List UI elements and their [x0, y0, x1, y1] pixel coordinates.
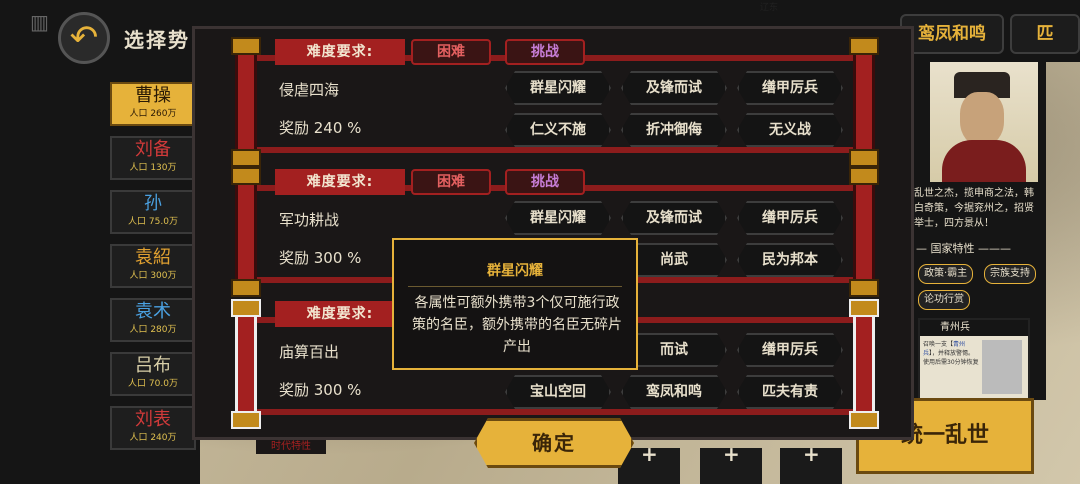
- faction-card[interactable]: 袁紹人口 300万: [110, 244, 196, 288]
- row-post-left: [235, 303, 257, 425]
- difficulty-reward: 奖励 300 %: [279, 381, 362, 399]
- row-post-right: [853, 303, 875, 425]
- row-rope-bottom: [239, 409, 871, 415]
- row-cap: [849, 299, 879, 317]
- faction-card[interactable]: 刘备人口 130万: [110, 136, 196, 180]
- policy-tag[interactable]: 鸾凤和鸣: [621, 375, 727, 409]
- difficulty-requirement-label: 难度要求:: [275, 169, 405, 195]
- faction-card[interactable]: 刘表人口 240万: [110, 406, 196, 450]
- policy-tag[interactable]: 及锋而试: [621, 201, 727, 235]
- row-cap: [231, 167, 261, 185]
- difficulty-reward: 奖励 240 %: [279, 119, 362, 137]
- page-title: 选择势: [124, 28, 190, 52]
- faction-population: 人口 260万: [129, 109, 177, 119]
- row-rope-bottom: [239, 147, 871, 153]
- row-cap: [231, 299, 261, 317]
- empty-slot[interactable]: +: [700, 442, 762, 484]
- policy-tag[interactable]: 折冲御侮: [621, 113, 727, 147]
- row-cap: [849, 411, 879, 429]
- unit-image: [982, 340, 1022, 394]
- unit-card[interactable]: 青州兵 召唤一支【青州兵】，并释放警惕。使用后需30分钟恢复: [918, 318, 1030, 400]
- row-cap: [231, 279, 261, 297]
- traits-title: — 国家特性 ———: [916, 242, 1011, 255]
- difficulty-row[interactable]: 难度要求: 困难 挑战侵虐四海奖励 240 % 群星闪耀 及锋而试 缮甲厉兵仁义不施 折冲御…: [231, 37, 879, 167]
- difficulty-hard-badge: 困难: [411, 169, 491, 195]
- trait-chip[interactable]: 政策·霸主: [918, 264, 974, 284]
- faction-name: 吕布: [135, 355, 171, 376]
- faction-card[interactable]: 袁术人口 280万: [110, 298, 196, 342]
- faction-population: 人口 240万: [129, 433, 177, 443]
- tooltip-body: 各属性可额外携带3个仅可施行政策的名臣，额外携带的名臣无碎片产出: [412, 295, 622, 355]
- faction-population: 人口 130万: [129, 163, 177, 173]
- confirm-button[interactable]: 确定: [474, 418, 634, 468]
- policy-tag[interactable]: 缮甲厉兵: [737, 201, 843, 235]
- difficulty-requirement-label: 难度要求:: [275, 301, 405, 327]
- region-label: 辽东: [760, 3, 779, 13]
- leader-portrait: [930, 62, 1038, 182]
- faction-population: 人口 70.0万: [128, 379, 178, 389]
- row-cap: [849, 279, 879, 297]
- difficulty-name: 庙算百出: [279, 343, 340, 361]
- decorative-pattern-icon: ▥: [30, 10, 49, 34]
- faction-name: 袁术: [135, 301, 171, 322]
- tab-luanfeng[interactable]: 鸾凤和鸣: [900, 14, 1004, 54]
- era-traits-label: 时代特性: [256, 440, 326, 454]
- policy-tag[interactable]: 无义战: [737, 113, 843, 147]
- faction-name: 袁紹: [135, 247, 171, 268]
- difficulty-modal: 难度要求: 困难 挑战 侵虐四海 奖励 240 % 群星闪耀 及锋而试 缮甲厉兵 仁义不施 折冲御…: [192, 26, 914, 440]
- row-cap: [231, 37, 261, 55]
- tab-more[interactable]: 匹: [1010, 14, 1080, 54]
- row-post-right: [853, 41, 875, 163]
- difficulty-name: 军功耕战: [279, 211, 340, 229]
- row-cap: [849, 149, 879, 167]
- faction-name: 孙: [144, 193, 162, 214]
- tooltip-title: 群星闪耀: [487, 263, 543, 279]
- faction-name: 刘备: [135, 139, 171, 160]
- policy-tag[interactable]: 民为邦本: [737, 243, 843, 277]
- row-cap: [231, 149, 261, 167]
- policy-tag[interactable]: 宝山空回: [505, 375, 611, 409]
- policy-tag[interactable]: 群星闪耀: [505, 71, 611, 105]
- policy-tag[interactable]: 缮甲厉兵: [737, 71, 843, 105]
- empty-slot[interactable]: +: [780, 442, 842, 484]
- leader-bio: 乱世之杰，揽申商之法，韩白奇策，今据兖州之，招贤举士，四方景从！: [914, 188, 1034, 229]
- difficulty-hard-badge: 困难: [411, 39, 491, 65]
- policy-tooltip: 群星闪耀 各属性可额外携带3个仅可施行政策的名臣，额外携带的名臣无碎片产出: [392, 238, 638, 370]
- row-cap: [231, 411, 261, 429]
- faction-name: 曹操: [135, 85, 171, 106]
- faction-population: 人口 300万: [129, 271, 177, 281]
- faction-card[interactable]: 孙人口 75.0万: [110, 190, 196, 234]
- faction-card[interactable]: 曹操人口 260万: [110, 82, 196, 126]
- difficulty-requirement-label: 难度要求:: [275, 39, 405, 65]
- difficulty-reward: 奖励 300 %: [279, 249, 362, 267]
- trait-chip[interactable]: 宗族支持: [984, 264, 1036, 284]
- row-cap: [849, 37, 879, 55]
- row-post-right: [853, 171, 875, 293]
- row-post-left: [235, 41, 257, 163]
- row-cap: [849, 167, 879, 185]
- policy-tag[interactable]: 匹夫有责: [737, 375, 843, 409]
- faction-name: 刘表: [135, 409, 171, 430]
- back-arrow-icon[interactable]: ↶: [58, 12, 110, 64]
- difficulty-name: 侵虐四海: [279, 81, 340, 99]
- policy-tag[interactable]: 仁义不施: [505, 113, 611, 147]
- tooltip-divider: [408, 286, 622, 287]
- faction-population: 人口 75.0万: [128, 217, 178, 227]
- row-post-left: [235, 171, 257, 293]
- difficulty-challenge-badge: 挑战: [505, 169, 585, 195]
- difficulty-challenge-badge: 挑战: [505, 39, 585, 65]
- policy-tag[interactable]: 及锋而试: [621, 71, 727, 105]
- trait-chip[interactable]: 论功行赏: [918, 290, 970, 310]
- policy-tag[interactable]: 群星闪耀: [505, 201, 611, 235]
- faction-population: 人口 280万: [129, 325, 177, 335]
- faction-card[interactable]: 吕布人口 70.0万: [110, 352, 196, 396]
- unit-description: 召唤一支【青州兵】，并释放警惕。使用后需30分钟恢复: [923, 341, 979, 366]
- unit-name: 青州兵: [920, 320, 1028, 336]
- policy-tag[interactable]: 缮甲厉兵: [737, 333, 843, 367]
